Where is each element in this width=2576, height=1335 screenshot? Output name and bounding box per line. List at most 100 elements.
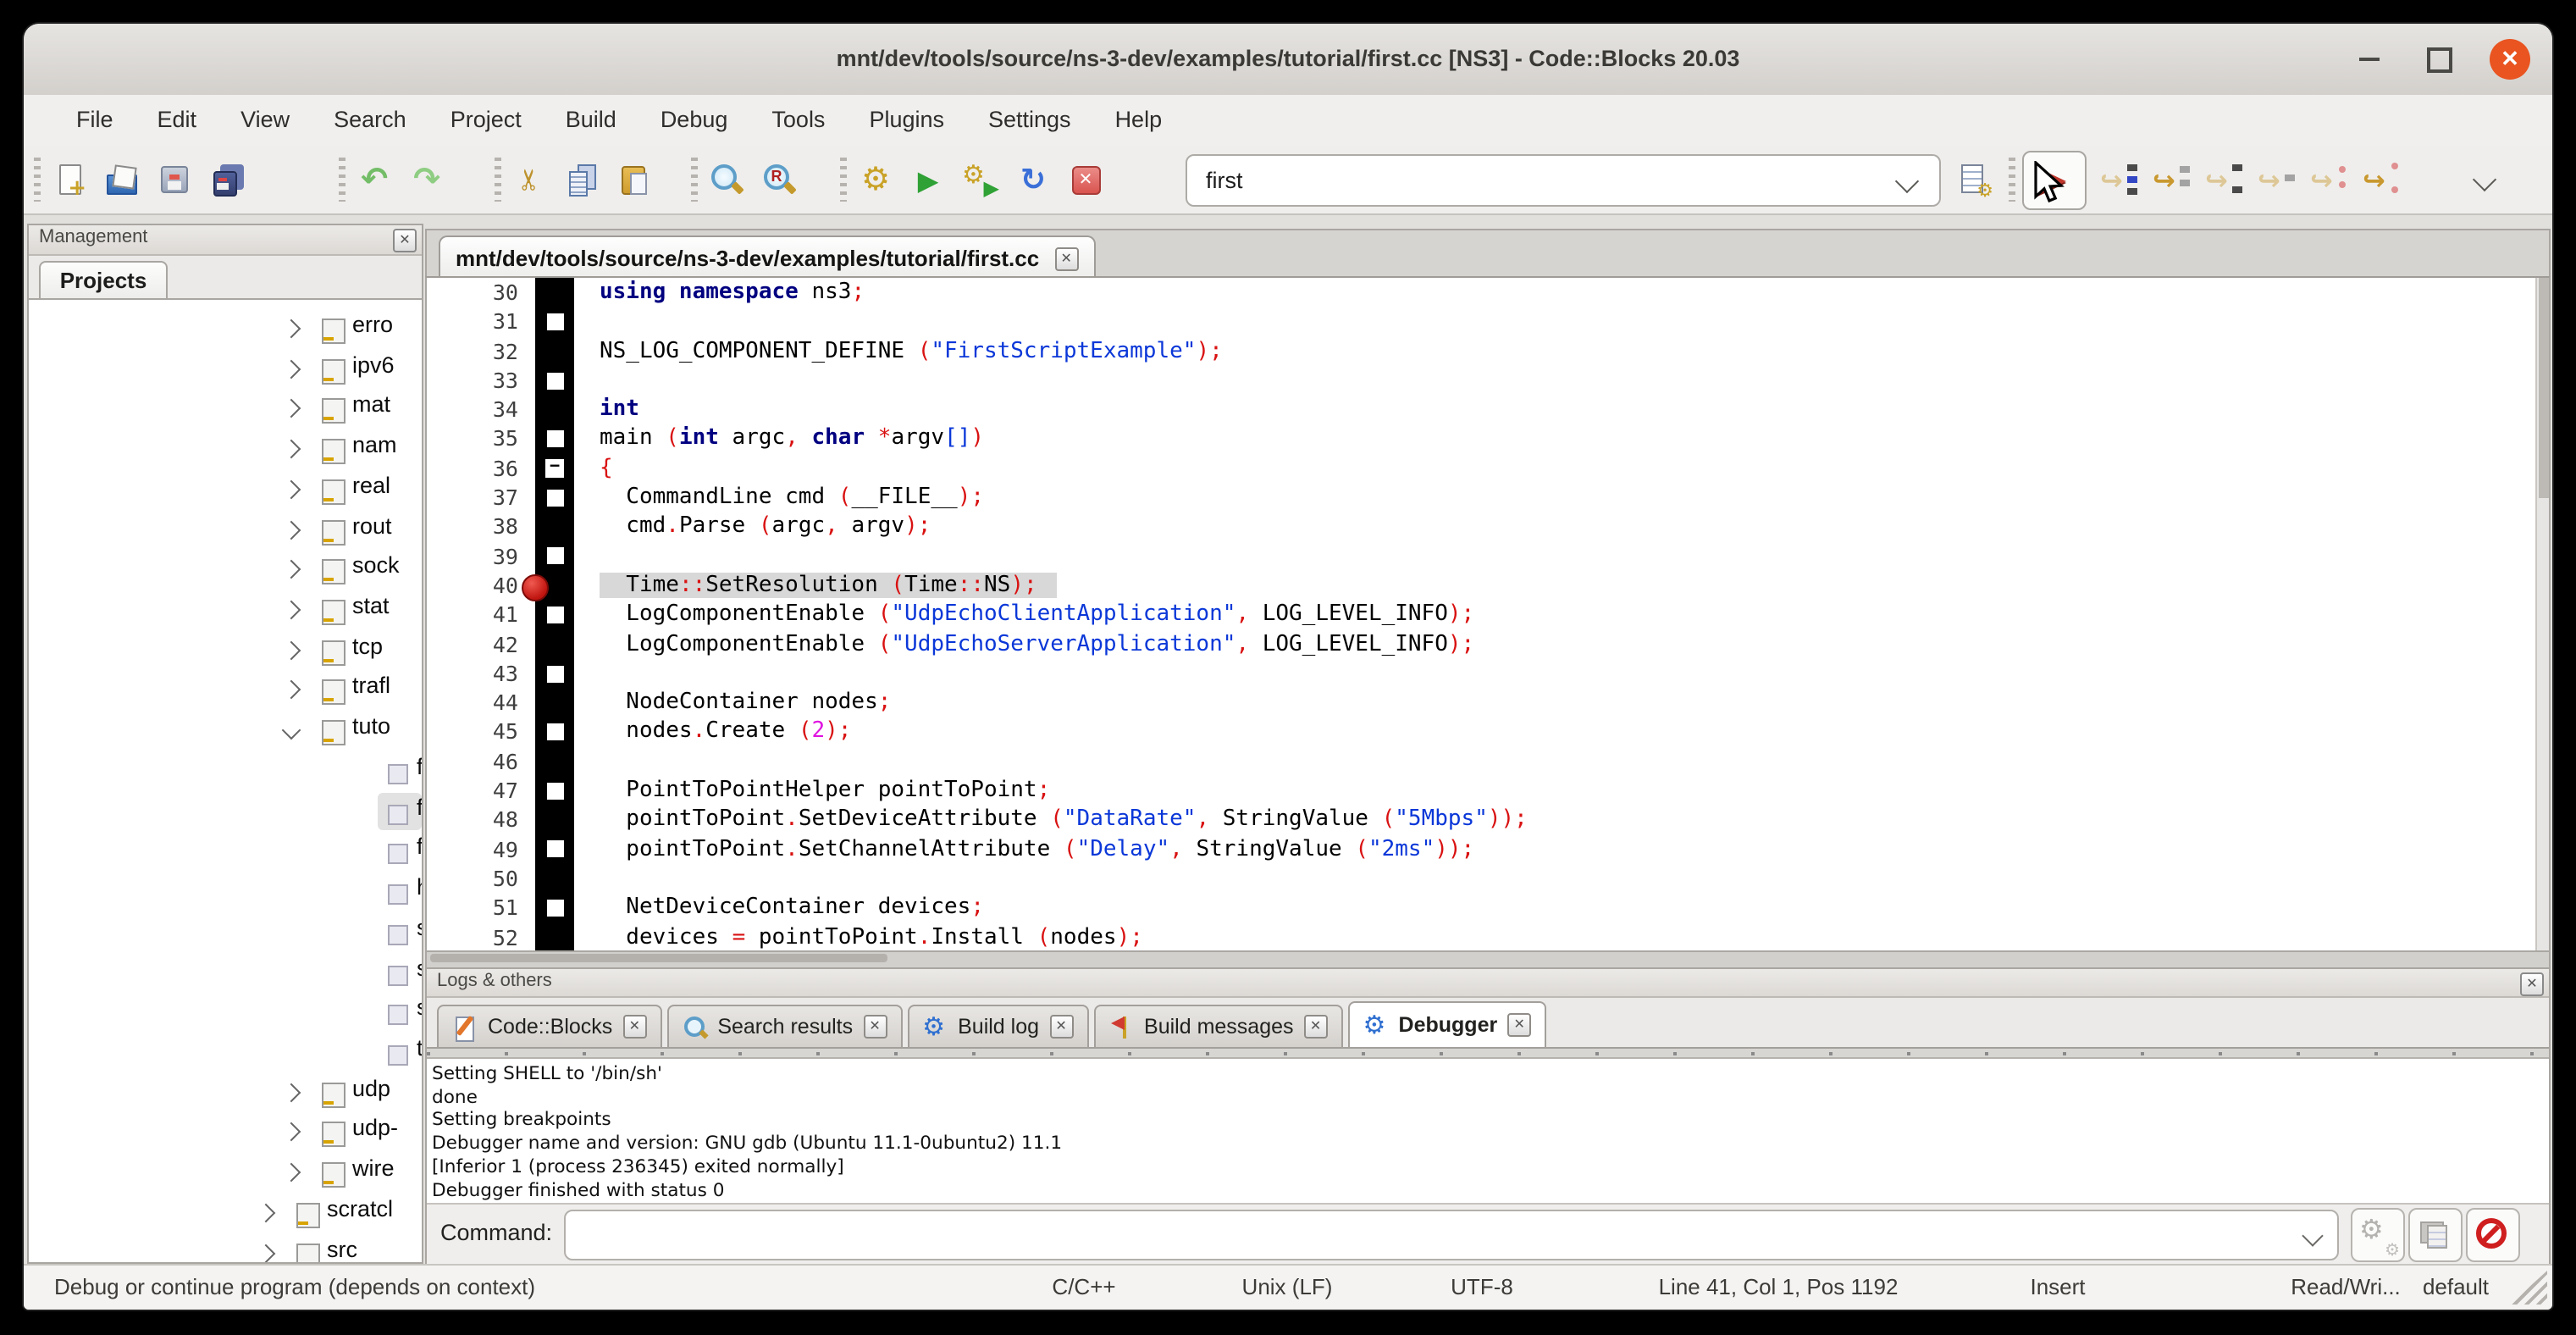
- replace-icon[interactable]: [760, 161, 798, 198]
- fold-margin[interactable]: [535, 922, 574, 952]
- close-tab-icon[interactable]: ✕: [863, 1015, 887, 1039]
- chevron-right-icon[interactable]: [257, 1203, 276, 1222]
- chevron-right-icon[interactable]: [282, 601, 301, 620]
- next-instruction-icon[interactable]: [2310, 161, 2347, 198]
- code-line-39[interactable]: 39: [427, 541, 2549, 571]
- chevron-right-icon[interactable]: [282, 681, 301, 701]
- line-number[interactable]: 46: [427, 747, 535, 777]
- menu-search[interactable]: Search: [312, 95, 428, 146]
- log-tab-build-log[interactable]: Build log✕: [907, 1005, 1088, 1047]
- step-into-icon[interactable]: [2205, 161, 2242, 198]
- line-number[interactable]: 49: [427, 834, 535, 864]
- step-out-icon[interactable]: [2258, 161, 2295, 198]
- code-line-37[interactable]: 37 CommandLine cmd (__FILE__);: [427, 483, 2549, 512]
- code-text[interactable]: [574, 864, 2549, 894]
- code-line-43[interactable]: 43: [427, 659, 2549, 689]
- menu-tools[interactable]: Tools: [749, 95, 847, 146]
- line-number[interactable]: 33: [427, 366, 535, 396]
- fold-margin[interactable]: [535, 806, 574, 835]
- code-text[interactable]: NodeContainer nodes;: [574, 688, 2549, 717]
- toolbar-grip[interactable]: [840, 158, 847, 202]
- code-line-48[interactable]: 48 pointToPoint.SetDeviceAttribute ("Dat…: [427, 806, 2549, 835]
- line-number[interactable]: 52: [427, 922, 535, 952]
- step-into-instruction-icon[interactable]: [2363, 161, 2400, 198]
- code-line-40[interactable]: 40 Time::SetResolution (Time::NS);: [427, 571, 2549, 601]
- line-number[interactable]: 43: [427, 659, 535, 689]
- cut-icon[interactable]: [511, 161, 549, 198]
- menu-settings[interactable]: Settings: [966, 95, 1093, 146]
- fold-margin[interactable]: [535, 601, 574, 630]
- tree-item-scratcl[interactable]: scratcl: [29, 1194, 422, 1233]
- tree-item-erro[interactable]: erro: [29, 310, 422, 349]
- line-number[interactable]: 48: [427, 806, 535, 835]
- editor-tab[interactable]: mnt/dev/tools/source/ns-3-dev/examples/t…: [439, 235, 1095, 280]
- fold-margin[interactable]: [535, 483, 574, 512]
- tree-item-se[interactable]: se: [29, 913, 422, 952]
- fold-collapse-icon[interactable]: −: [545, 459, 564, 478]
- menu-plugins[interactable]: Plugins: [847, 95, 966, 146]
- code-line-30[interactable]: 30using namespace ns3;: [427, 278, 2549, 307]
- menu-file[interactable]: File: [54, 95, 135, 146]
- line-number[interactable]: 36: [427, 454, 535, 484]
- line-number[interactable]: 44: [427, 688, 535, 717]
- tree-item-real[interactable]: real: [29, 471, 422, 510]
- run-icon[interactable]: [909, 161, 947, 198]
- menu-build[interactable]: Build: [544, 95, 638, 146]
- code-line-36[interactable]: 36−{: [427, 454, 2549, 484]
- line-number[interactable]: 50: [427, 864, 535, 894]
- menu-debug[interactable]: Debug: [638, 95, 750, 146]
- toolbar-grip[interactable]: [34, 158, 41, 202]
- tree-item-he[interactable]: he: [29, 872, 422, 911]
- fold-margin[interactable]: [535, 893, 574, 922]
- chevron-right-icon[interactable]: [282, 479, 301, 499]
- close-button[interactable]: ✕: [2490, 39, 2530, 80]
- fold-margin[interactable]: [535, 717, 574, 747]
- chevron-right-icon[interactable]: [282, 1122, 301, 1142]
- tree-item-mat[interactable]: mat: [29, 391, 422, 429]
- chevron-right-icon[interactable]: [282, 640, 301, 660]
- close-tab-icon[interactable]: ✕: [622, 1015, 646, 1039]
- log-tab-debugger[interactable]: Debugger✕: [1348, 1001, 1547, 1047]
- run-to-cursor-icon[interactable]: [2100, 161, 2137, 198]
- line-number[interactable]: 34: [427, 395, 535, 424]
- toolbar-grip[interactable]: [339, 158, 345, 202]
- line-number[interactable]: 39: [427, 541, 535, 571]
- fold-margin[interactable]: [535, 776, 574, 806]
- command-input[interactable]: [564, 1210, 2339, 1260]
- copy-log-button[interactable]: [2408, 1208, 2463, 1262]
- code-line-50[interactable]: 50: [427, 864, 2549, 894]
- fold-margin[interactable]: [535, 834, 574, 864]
- code-text[interactable]: NS_LOG_COMPONENT_DEFINE ("FirstScriptExa…: [574, 336, 2549, 366]
- code-text[interactable]: NetDeviceContainer devices;: [574, 893, 2549, 922]
- chevron-down-icon[interactable]: [282, 721, 301, 740]
- code-line-47[interactable]: 47 PointToPointHelper pointToPoint;: [427, 776, 2549, 806]
- tree-item-se[interactable]: se: [29, 953, 422, 992]
- code-line-42[interactable]: 42 LogComponentEnable ("UdpEchoServerApp…: [427, 629, 2549, 659]
- tree-item-udp[interactable]: udp-: [29, 1114, 422, 1153]
- titlebar[interactable]: mnt/dev/tools/source/ns-3-dev/examples/t…: [24, 24, 2552, 97]
- code-text[interactable]: [574, 541, 2549, 571]
- fold-margin[interactable]: −: [535, 454, 574, 484]
- tree-item-udp[interactable]: udp: [29, 1073, 422, 1112]
- toolbar-overflow-chevron-icon[interactable]: [2473, 168, 2496, 191]
- code-text[interactable]: devices = pointToPoint.Install (nodes);: [574, 922, 2549, 952]
- code-line-31[interactable]: 31: [427, 307, 2549, 337]
- save-file-icon[interactable]: [156, 161, 193, 198]
- code-line-32[interactable]: 32 NS_LOG_COMPONENT_DEFINE ("FirstScriptE…: [427, 336, 2549, 366]
- fold-margin[interactable]: [535, 424, 574, 454]
- minimize-button[interactable]: [2349, 39, 2390, 80]
- scrollbar-thumb[interactable]: [430, 954, 887, 962]
- code-text[interactable]: main (int argc, char *argv[]): [574, 424, 2549, 454]
- tree-item-fo[interactable]: fo: [29, 833, 422, 872]
- copy-icon[interactable]: [564, 161, 601, 198]
- code-text[interactable]: using namespace ns3;: [574, 278, 2549, 307]
- close-panel-icon[interactable]: ✕: [393, 229, 417, 252]
- line-number[interactable]: 32: [427, 336, 535, 366]
- code-text[interactable]: LogComponentEnable ("UdpEchoClientApplic…: [574, 601, 2549, 630]
- code-line-41[interactable]: 41 LogComponentEnable ("UdpEchoClientApp…: [427, 601, 2549, 630]
- code-line-35[interactable]: 35main (int argc, char *argv[]): [427, 424, 2549, 454]
- undo-icon[interactable]: [356, 161, 393, 198]
- tree-item-th[interactable]: th: [29, 1033, 422, 1072]
- code-text[interactable]: LogComponentEnable ("UdpEchoServerApplic…: [574, 629, 2549, 659]
- line-number[interactable]: 45: [427, 717, 535, 747]
